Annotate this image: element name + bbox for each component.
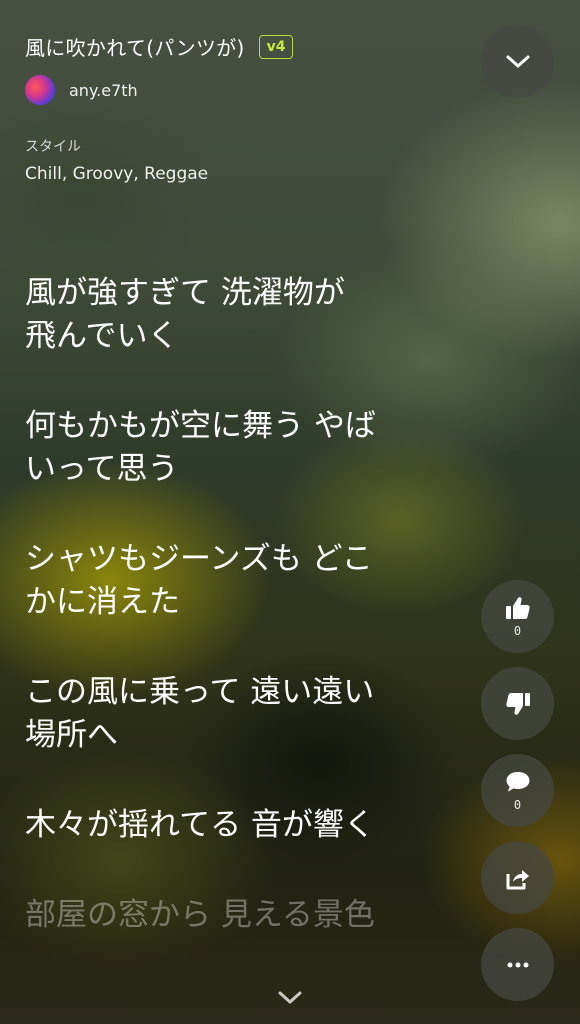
artist-name[interactable]: any.e7th: [69, 81, 138, 100]
thumbs-up-icon: [505, 596, 530, 619]
share-button[interactable]: [481, 841, 554, 914]
dislike-button[interactable]: [481, 667, 554, 740]
lyric-line: この風に乗って 遠い遠い場所へ: [25, 674, 375, 753]
comment-count: 0: [513, 797, 522, 812]
avatar[interactable]: [25, 75, 55, 105]
lyric-line: 木々が揺れてる 音が響く: [25, 807, 375, 843]
share-icon: [506, 869, 529, 889]
comment-icon: [506, 771, 529, 791]
scroll-down-button[interactable]: [277, 990, 303, 1010]
style-section: スタイル Chill, Groovy, Reggae: [25, 136, 208, 184]
lyric-line: 何もかもが空に舞う やばいって思う: [25, 408, 376, 487]
chevron-down-icon: [506, 55, 529, 67]
lyrics-panel[interactable]: 風が強すぎて 洗濯物が 飛んでいく 何もかもが空に舞う やばいって思う シャツも…: [25, 272, 385, 984]
lyric-line: シャツもジーンズも どこかに消えた: [25, 541, 373, 620]
style-label: スタイル: [25, 139, 81, 155]
version-badge: v4: [258, 34, 294, 59]
like-button[interactable]: 0: [481, 580, 554, 653]
song-header: 風に吹かれて(パンツが) v4 any.e7th: [25, 32, 480, 105]
like-count: 0: [513, 623, 522, 638]
lyric-line: 部屋の窓から 見える景色: [25, 897, 375, 933]
lyric-line: 風が強すぎて 洗濯物が 飛んでいく: [25, 275, 345, 354]
song-title: 風に吹かれて(パンツが): [25, 36, 245, 60]
more-icon: [507, 962, 528, 967]
artist-link[interactable]: any.e7th: [25, 75, 480, 105]
chevron-down-icon: [278, 991, 302, 1004]
thumbs-down-icon: [505, 692, 530, 715]
more-button[interactable]: [481, 928, 554, 1001]
action-bar: 0 0: [481, 580, 554, 1001]
style-tags: Chill, Groovy, Reggae: [25, 164, 209, 184]
collapse-button[interactable]: [481, 25, 554, 98]
comment-button[interactable]: 0: [481, 754, 554, 827]
